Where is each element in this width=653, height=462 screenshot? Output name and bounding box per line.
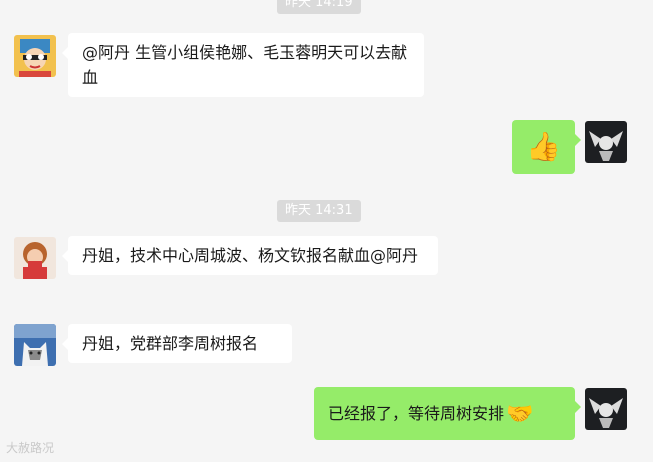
message-bubble[interactable]: 👍 [512,120,581,174]
timestamp: 昨天 14:31 [277,200,361,222]
message-text: 丹姐，党群部李周树报名 [82,334,259,353]
message-bubble[interactable]: @阿丹 生管小组侯艳娜、毛玉蓉明天可以去献血 [62,33,424,97]
girl-avatar-icon [14,237,56,279]
angel-avatar-icon [585,388,627,430]
avatar[interactable] [14,237,56,279]
message-text: 已经报了，等待周树安排 [328,404,505,423]
message-bubble[interactable]: 已经报了，等待周树安排🤝 [314,387,581,440]
watermark: 大赦路况 [6,439,54,456]
cat-avatar-icon [14,324,56,366]
cartoon-avatar-icon [14,35,56,77]
thumbs-up-icon: 👍 [526,130,561,163]
watermark-text: 大赦路况 [6,441,55,455]
avatar[interactable] [585,121,627,163]
message-bubble[interactable]: 丹姐，技术中心周城波、杨文钦报名献血@阿丹 [62,236,438,275]
angel-avatar-icon [585,121,627,163]
message-text: 丹姐，技术中心周城波、杨文钦报名献血@阿丹 [82,246,419,265]
avatar[interactable] [14,35,56,77]
message-text: @阿丹 生管小组侯艳娜、毛玉蓉明天可以去献血 [82,43,408,87]
handshake-icon: 🤝 [506,402,534,427]
avatar[interactable] [14,324,56,366]
avatar[interactable] [585,388,627,430]
timestamp: 昨天 14:19 [277,0,361,14]
message-bubble[interactable]: 丹姐，党群部李周树报名 [62,324,292,363]
